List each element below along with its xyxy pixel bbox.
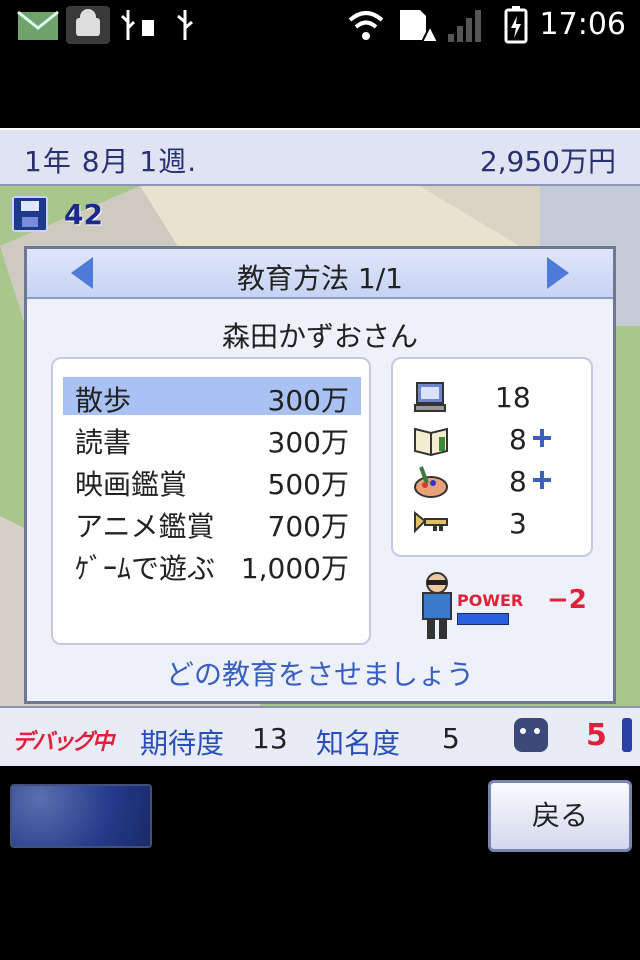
trumpet-icon bbox=[414, 510, 448, 534]
bottom-status-bar: デバッグ中 期待度 13 知名度 5 5 bbox=[0, 706, 640, 766]
save-icon[interactable] bbox=[12, 196, 48, 232]
expectation-value: 13 bbox=[252, 722, 288, 755]
menu-item-label: 読書 bbox=[75, 426, 132, 459]
menu-item-cost: 300万 bbox=[267, 426, 349, 459]
fame-value: 5 bbox=[442, 722, 460, 755]
art-palette-icon bbox=[414, 466, 448, 498]
power-label: POWER bbox=[457, 591, 524, 610]
person-avatar bbox=[422, 572, 452, 639]
sd-card-warning-icon bbox=[400, 10, 438, 43]
funds: 2,950万円 bbox=[479, 145, 616, 178]
menu-item-reading[interactable]: 読書 300万 bbox=[63, 419, 361, 459]
stat-value: 8 bbox=[509, 465, 527, 498]
stat-value: 3 bbox=[509, 507, 527, 540]
clock: 17:06 bbox=[539, 7, 626, 42]
stat-value: 8 bbox=[509, 423, 527, 456]
stat-row: 8 bbox=[413, 461, 583, 501]
monster-count: 5 bbox=[586, 718, 607, 753]
dialog-title: 教育方法 1/1 bbox=[237, 262, 403, 295]
status-bar: 17:06 bbox=[0, 0, 640, 50]
scrollbar[interactable] bbox=[620, 708, 634, 762]
usb-icon bbox=[120, 10, 154, 40]
computer-icon bbox=[414, 382, 446, 412]
menu-button[interactable] bbox=[10, 784, 152, 848]
menu-item-walk[interactable]: 散歩 300万 bbox=[63, 377, 361, 417]
menu-item-cost: 300万 bbox=[267, 384, 349, 417]
game-date: 1年 8月 1週. bbox=[24, 145, 198, 178]
plus-icon bbox=[533, 471, 551, 489]
menu-item-cost: 500万 bbox=[267, 468, 349, 501]
power-value: −2 bbox=[547, 585, 587, 615]
power-bar bbox=[457, 613, 509, 625]
usb-icon bbox=[177, 10, 193, 40]
book-icon bbox=[414, 427, 448, 457]
stat-row: 18 bbox=[413, 377, 583, 417]
dialog-prompt: どの教育をさせましょう bbox=[165, 658, 474, 691]
back-button[interactable]: 戻る bbox=[488, 780, 632, 852]
mail-icon bbox=[17, 10, 59, 40]
menu-item-anime[interactable]: アニメ鑑賞 700万 bbox=[63, 503, 361, 543]
signal-icon bbox=[448, 10, 481, 42]
save-count: 42 bbox=[64, 198, 103, 231]
monster-icon bbox=[514, 718, 548, 752]
stat-row: 3 bbox=[413, 503, 583, 543]
stat-row: 8 bbox=[413, 419, 583, 459]
menu-item-cost: 700万 bbox=[267, 510, 349, 543]
wifi-icon bbox=[348, 11, 384, 40]
menu-item-movie[interactable]: 映画鑑賞 500万 bbox=[63, 461, 361, 501]
education-menu: 散歩 300万 読書 300万 映画鑑賞 500万 アニメ鑑賞 700万 ｹﾞｰ… bbox=[51, 357, 371, 645]
expectation-label: 期待度 bbox=[140, 727, 225, 760]
dialog-header: 教育方法 1/1 bbox=[27, 249, 613, 299]
education-dialog: 教育方法 1/1 森田かずおさん 散歩 300万 読書 300万 映画鑑賞 50… bbox=[24, 246, 616, 704]
stats-panel: 18 8 8 3 bbox=[391, 357, 593, 557]
menu-item-label: 散歩 bbox=[75, 384, 132, 417]
plus-icon bbox=[533, 429, 551, 447]
top-info-bar: 1年 8月 1週. 2,950万円 bbox=[0, 128, 640, 186]
person-name: 森田かずおさん bbox=[221, 320, 418, 353]
menu-item-label: アニメ鑑賞 bbox=[75, 510, 215, 543]
android-debug-icon bbox=[66, 6, 110, 44]
menu-item-game[interactable]: ｹﾞｰﾑで遊ぶ 1,000万 bbox=[63, 545, 361, 585]
debug-label: デバッグ中 bbox=[12, 730, 114, 755]
battery-charging-icon bbox=[504, 6, 528, 44]
menu-item-cost: 1,000万 bbox=[240, 552, 349, 585]
menu-item-label: ｹﾞｰﾑで遊ぶ bbox=[75, 552, 216, 585]
menu-item-label: 映画鑑賞 bbox=[75, 468, 188, 501]
stat-value: 18 bbox=[495, 381, 531, 414]
fame-label: 知名度 bbox=[316, 727, 401, 760]
arrow-right-icon[interactable] bbox=[547, 257, 569, 289]
